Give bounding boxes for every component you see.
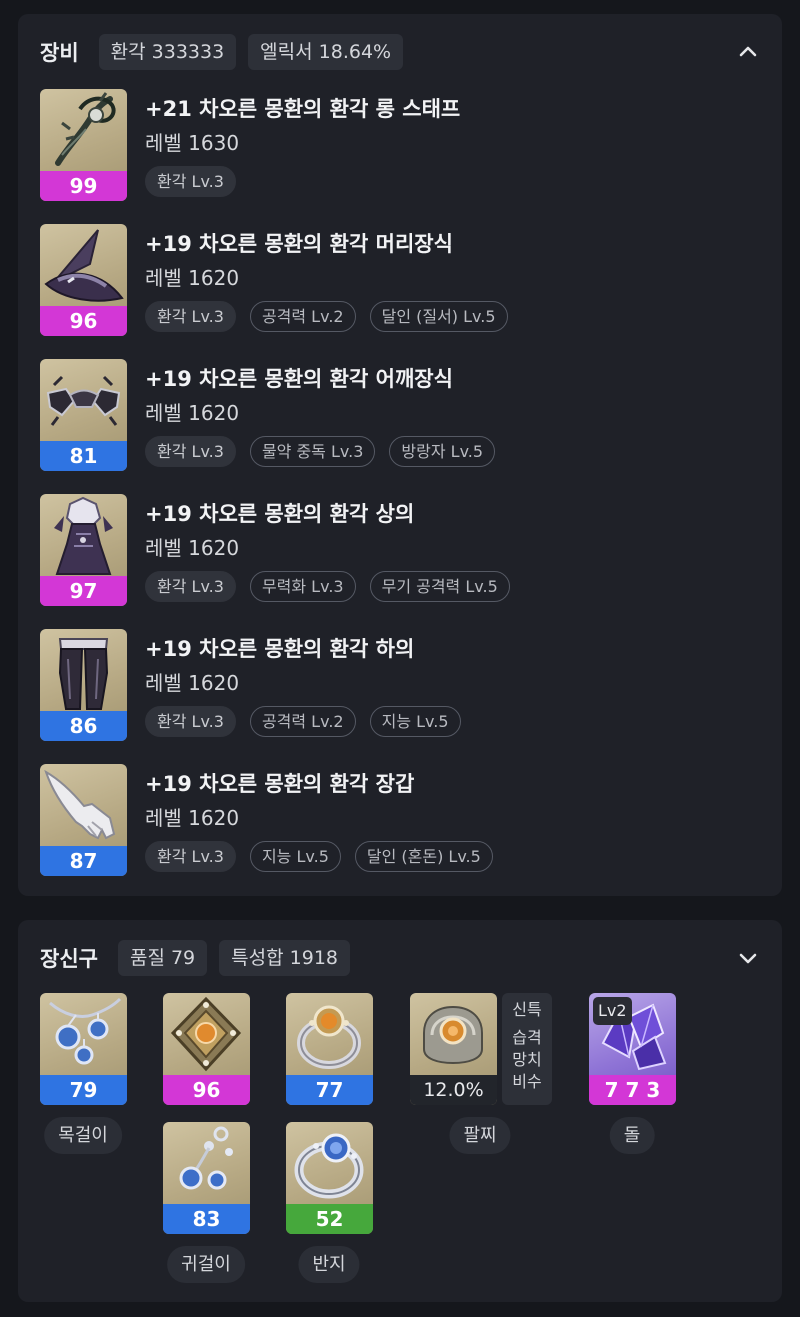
bracelet-percent: 12.0% <box>410 1075 497 1105</box>
item-name: +19 차오른 몽환의 환각 어깨장식 <box>145 367 453 391</box>
tag: 공격력 Lv.2 <box>249 706 356 737</box>
dress-icon: 97 <box>40 494 127 606</box>
glove-icon: 87 <box>40 764 127 876</box>
equipment-item-top[interactable]: 97 +19 차오른 몽환의 환각 상의 레벨 1620 환각 Lv.3 무력화… <box>40 494 760 606</box>
tag: 공격력 Lv.2 <box>249 301 356 332</box>
bracelet-icon: 12.0% <box>410 993 497 1105</box>
accessories-title: 장신구 <box>40 947 98 971</box>
tag: 지능 Lv.5 <box>249 841 341 872</box>
tag: 무기 공격력 Lv.5 <box>369 571 510 602</box>
item-name: +19 차오른 몽환의 환각 머리장식 <box>145 232 453 256</box>
quality-bar: 99 <box>40 171 127 201</box>
accessory-necklace[interactable]: 79 <box>40 993 127 1105</box>
item-tags: 환각 Lv.3 공격력 Lv.2 달인 (질서) Lv.5 <box>145 301 508 332</box>
tag: 환각 Lv.3 <box>145 706 236 737</box>
equipment-elixir-badge: 엘릭서 18.64% <box>248 34 404 70</box>
equipment-item-gloves[interactable]: 87 +19 차오른 몽환의 환각 장갑 레벨 1620 환각 Lv.3 지능 … <box>40 764 760 876</box>
tag: 방랑자 Lv.5 <box>389 436 496 467</box>
pants-icon: 86 <box>40 629 127 741</box>
item-level: 레벨 1630 <box>145 131 240 155</box>
tag: 달인 (혼돈) Lv.5 <box>354 841 493 872</box>
bracelet-effect: 습격 <box>512 1028 542 1047</box>
tag: 무력화 Lv.3 <box>249 571 356 602</box>
bracelet-effect-main: 신특 <box>512 1000 542 1019</box>
item-level: 레벨 1620 <box>145 536 240 560</box>
earring-label: 귀걸이 <box>167 1246 245 1283</box>
staff-icon: 99 <box>40 89 127 201</box>
accessory-ring-1[interactable]: 77 <box>286 993 373 1105</box>
equipment-title: 장비 <box>40 41 79 65</box>
earring-blue-icon: 83 <box>163 1122 250 1234</box>
item-name: +19 차오른 몽환의 환각 장갑 <box>145 772 415 796</box>
quality-bar: 83 <box>163 1204 250 1234</box>
item-tags: 환각 Lv.3 물약 중독 Lv.3 방랑자 Lv.5 <box>145 436 496 467</box>
necklace-label: 목걸이 <box>44 1117 122 1154</box>
item-level: 레벨 1620 <box>145 266 240 290</box>
item-name: +19 차오른 몽환의 환각 하의 <box>145 637 415 661</box>
accessory-earring-1[interactable]: 96 <box>163 993 250 1105</box>
equipment-item-weapon[interactable]: 99 +21 차오른 몽환의 환각 롱 스태프 레벨 1630 환각 Lv.3 <box>40 89 760 201</box>
equipment-item-head[interactable]: 96 +19 차오른 몽환의 환각 머리장식 레벨 1620 환각 Lv.3 공… <box>40 224 760 336</box>
quality-bar: 96 <box>163 1075 250 1105</box>
item-tags: 환각 Lv.3 무력화 Lv.3 무기 공격력 Lv.5 <box>145 571 510 602</box>
tag: 환각 Lv.3 <box>145 166 236 197</box>
stone-level-badge: Lv2 <box>593 997 632 1025</box>
tag: 달인 (질서) Lv.5 <box>369 301 508 332</box>
earring-gold-icon: 96 <box>163 993 250 1105</box>
quality-bar: 52 <box>286 1204 373 1234</box>
item-tags: 환각 Lv.3 공격력 Lv.2 지능 Lv.5 <box>145 706 461 737</box>
item-tags: 환각 Lv.3 <box>145 166 236 197</box>
accessories-panel: 장신구 품질 79 특성합 1918 <box>18 920 782 1302</box>
accessories-stat-sum-badge: 특성합 1918 <box>219 940 350 976</box>
accessory-stone[interactable]: Lv2 7 7 3 <box>589 993 676 1105</box>
item-level: 레벨 1620 <box>145 806 240 830</box>
stone-icon: Lv2 7 7 3 <box>589 993 676 1105</box>
equipment-panel: 장비 환각 333333 엘릭서 18.64% 99 +21 차오른 몽환의 환… <box>18 14 782 896</box>
equipment-item-bottom[interactable]: 86 +19 차오른 몽환의 환각 하의 레벨 1620 환각 Lv.3 공격력… <box>40 629 760 741</box>
tag: 환각 Lv.3 <box>145 436 236 467</box>
item-level: 레벨 1620 <box>145 401 240 425</box>
quality-bar: 97 <box>40 576 127 606</box>
item-level: 레벨 1620 <box>145 671 240 695</box>
necklace-icon: 79 <box>40 993 127 1105</box>
ring-label: 반지 <box>298 1246 360 1283</box>
tag: 환각 Lv.3 <box>145 301 236 332</box>
stone-label: 돌 <box>609 1117 655 1154</box>
witch-hat-icon: 96 <box>40 224 127 336</box>
equipment-hwangak-badge: 환각 333333 <box>98 34 237 70</box>
tag: 환각 Lv.3 <box>145 841 236 872</box>
equipment-header: 장비 환각 333333 엘릭서 18.64% <box>40 34 404 70</box>
bracelet-label: 팔찌 <box>449 1117 511 1154</box>
accessories-quality-badge: 품질 79 <box>117 940 208 976</box>
accessory-earring-2[interactable]: 83 <box>163 1122 250 1234</box>
accessory-bracelet[interactable]: 12.0% <box>410 993 497 1105</box>
item-name: +21 차오른 몽환의 환각 롱 스태프 <box>145 97 461 121</box>
shoulder-icon: 81 <box>40 359 127 471</box>
quality-bar: 96 <box>40 306 127 336</box>
bracelet-effect: 망치 <box>512 1050 542 1069</box>
quality-bar: 81 <box>40 441 127 471</box>
bracelet-effects: 신특 습격 망치 비수 <box>502 993 552 1105</box>
item-name: +19 차오른 몽환의 환각 상의 <box>145 502 415 526</box>
equipment-item-shoulder[interactable]: 81 +19 차오른 몽환의 환각 어깨장식 레벨 1620 환각 Lv.3 물… <box>40 359 760 471</box>
quality-bar: 79 <box>40 1075 127 1105</box>
quality-bar: 77 <box>286 1075 373 1105</box>
collapse-chevron-up-icon[interactable] <box>736 40 760 64</box>
quality-bar: 86 <box>40 711 127 741</box>
accessory-ring-2[interactable]: 52 <box>286 1122 373 1234</box>
item-tags: 환각 Lv.3 지능 Lv.5 달인 (혼돈) Lv.5 <box>145 841 493 872</box>
quality-bar: 87 <box>40 846 127 876</box>
ring-blue-icon: 52 <box>286 1122 373 1234</box>
bracelet-effect: 비수 <box>512 1072 542 1091</box>
ring-gold-icon: 77 <box>286 993 373 1105</box>
tag: 환각 Lv.3 <box>145 571 236 602</box>
tag: 물약 중독 Lv.3 <box>249 436 376 467</box>
stone-value: 7 7 3 <box>589 1075 676 1105</box>
expand-chevron-down-icon[interactable] <box>736 946 760 970</box>
accessories-header: 장신구 품질 79 특성합 1918 <box>40 940 350 976</box>
tag: 지능 Lv.5 <box>369 706 461 737</box>
